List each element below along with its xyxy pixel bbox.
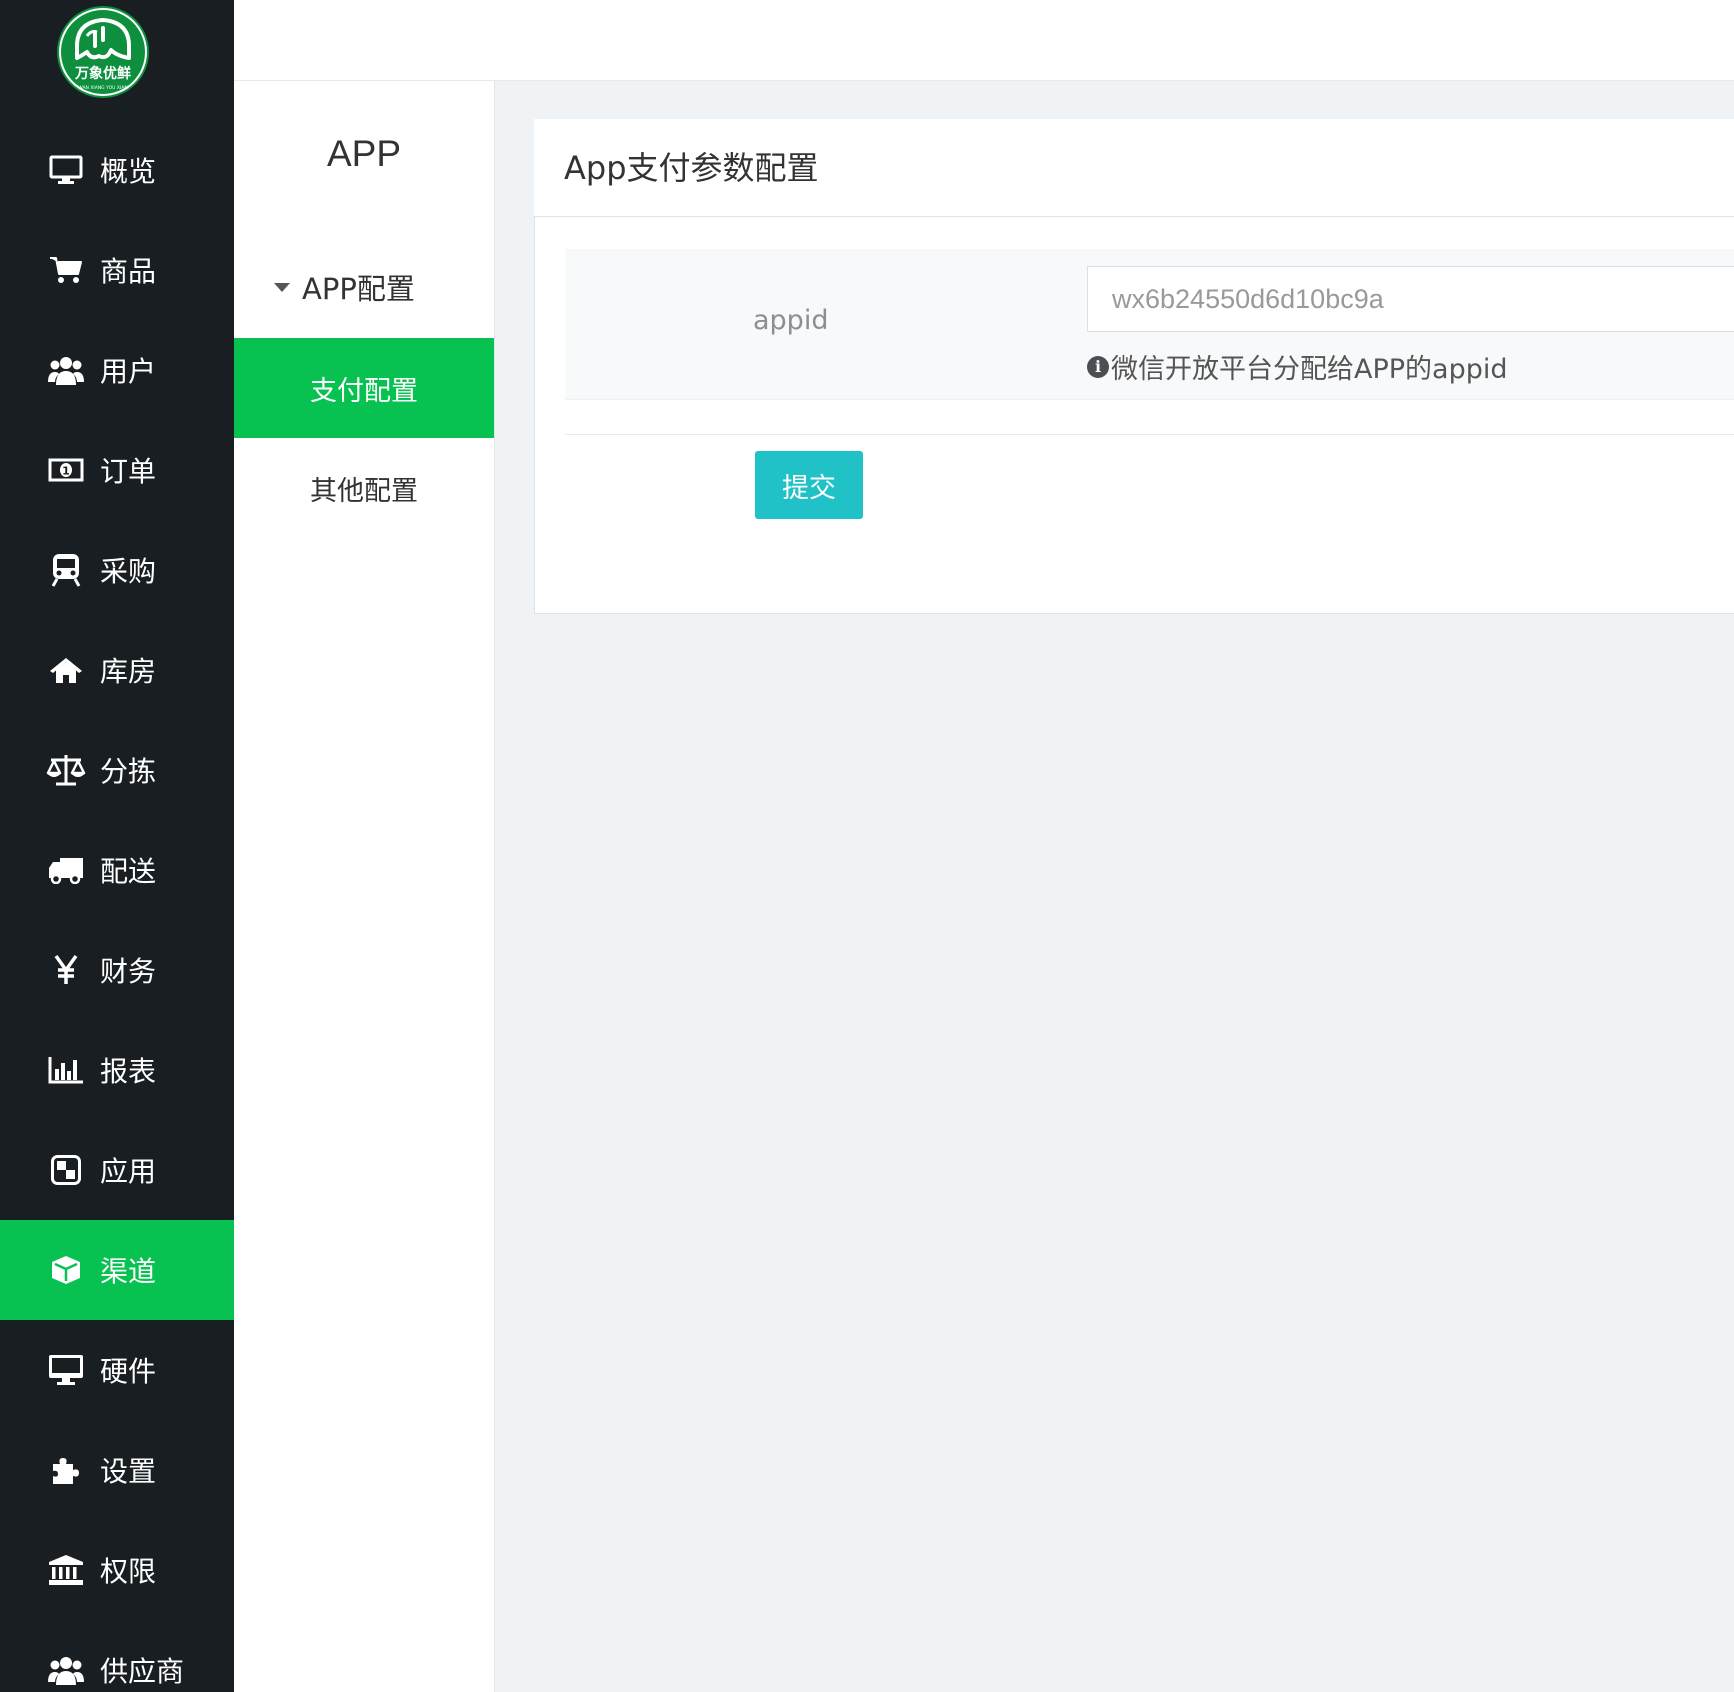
sidebar-item-orders[interactable]: 1 订单 xyxy=(0,420,234,520)
brand-logo[interactable]: 万象优鲜 WAN XIANG YOU XIAN xyxy=(57,6,149,98)
puzzle-icon xyxy=(46,1450,86,1490)
sidebar-item-label: 配送 xyxy=(100,855,157,888)
info-icon: i xyxy=(1087,355,1109,378)
sidebar-item-label: 分拣 xyxy=(100,755,157,788)
panel-header: App支付参数配置 xyxy=(534,119,1734,216)
sidebar-item-reports[interactable]: 报表 xyxy=(0,1020,234,1120)
svg-text:1: 1 xyxy=(62,465,70,478)
sidebar-item-label: 供应商 xyxy=(100,1655,185,1688)
sidebar-item-label: 硬件 xyxy=(100,1355,157,1388)
appid-help: i 微信开放平台分配给APP的appid xyxy=(1087,347,1508,386)
sidebar-item-label: 报表 xyxy=(100,1055,157,1088)
subnav-item-payment-config[interactable]: 支付配置 xyxy=(234,338,494,438)
cube-icon xyxy=(46,1250,86,1290)
brand-name: 万象优鲜 xyxy=(74,65,131,82)
form-row-appid: appid i 微信开放平台分配给APP的appid xyxy=(565,249,1734,400)
sidebar-item-delivery[interactable]: 配送 xyxy=(0,820,234,920)
sidebar-item-label: 概览 xyxy=(100,155,157,188)
sidebar-item-settings[interactable]: 设置 xyxy=(0,1420,234,1520)
submit-button[interactable]: 提交 xyxy=(755,451,863,519)
desktop-icon xyxy=(46,1350,86,1390)
subnav-item-other-config[interactable]: 其他配置 xyxy=(234,438,494,538)
sidebar-item-label: 权限 xyxy=(100,1555,157,1588)
top-header xyxy=(234,0,1734,81)
sidebar-item-overview[interactable]: 概览 xyxy=(0,120,234,220)
money-icon: 1 xyxy=(46,450,86,490)
sub-sidebar: APP APP配置 支付配置 其他配置 xyxy=(234,81,495,1692)
sidebar-item-label: 设置 xyxy=(100,1455,157,1488)
sidebar-item-label: 订单 xyxy=(100,455,157,488)
subnav-title: APP xyxy=(326,133,402,174)
main-sidebar: 万象优鲜 WAN XIANG YOU XIAN 概览 商品 用户 1 订单 采购… xyxy=(0,0,234,1692)
home-icon xyxy=(46,650,86,690)
squares-icon xyxy=(46,1150,86,1190)
appid-label: appid xyxy=(753,305,829,336)
users-icon xyxy=(46,1650,86,1690)
brand-tagline: WAN XIANG YOU XIAN xyxy=(78,85,127,91)
sidebar-item-finance[interactable]: 财务 xyxy=(0,920,234,1020)
sidebar-item-purchase[interactable]: 采购 xyxy=(0,520,234,620)
subnav-group-app-config[interactable]: APP配置 xyxy=(274,266,415,308)
config-form: appid i 微信开放平台分配给APP的appid 提交 xyxy=(534,216,1734,614)
appid-help-text: 微信开放平台分配给APP的appid xyxy=(1111,354,1508,385)
cart-icon xyxy=(46,250,86,290)
sidebar-item-label: 采购 xyxy=(100,555,157,588)
sidebar-item-users[interactable]: 用户 xyxy=(0,320,234,420)
yen-icon xyxy=(46,950,86,990)
app-root: 万象优鲜 WAN XIANG YOU XIAN 概览 商品 用户 1 订单 采购… xyxy=(0,0,1734,1692)
sidebar-item-suppliers[interactable]: 供应商 xyxy=(0,1620,234,1692)
truck-icon xyxy=(46,850,86,890)
bar-chart-icon xyxy=(46,1050,86,1090)
balance-scale-icon xyxy=(46,750,86,790)
bank-icon xyxy=(46,1550,86,1590)
sidebar-item-permissions[interactable]: 权限 xyxy=(0,1520,234,1620)
form-divider xyxy=(565,434,1734,435)
monitor-icon xyxy=(46,150,86,190)
appid-input[interactable] xyxy=(1087,266,1734,332)
sidebar-item-label: 应用 xyxy=(100,1155,157,1188)
page-title: App支付参数配置 xyxy=(564,149,819,187)
sidebar-item-channel[interactable]: 渠道 xyxy=(0,1220,234,1320)
caret-down-icon xyxy=(274,282,290,292)
users-icon xyxy=(46,350,86,390)
sidebar-item-label: 财务 xyxy=(100,955,157,988)
sidebar-item-warehouse[interactable]: 库房 xyxy=(0,620,234,720)
sidebar-item-apps[interactable]: 应用 xyxy=(0,1120,234,1220)
sidebar-item-goods[interactable]: 商品 xyxy=(0,220,234,320)
sidebar-item-label: 渠道 xyxy=(100,1255,157,1288)
sidebar-item-sorting[interactable]: 分拣 xyxy=(0,720,234,820)
sidebar-item-hardware[interactable]: 硬件 xyxy=(0,1320,234,1420)
elephant-logo-icon: 万象优鲜 WAN XIANG YOU XIAN xyxy=(59,8,147,96)
train-icon xyxy=(46,550,86,590)
subnav-group-label: APP配置 xyxy=(302,272,415,306)
sidebar-item-label: 库房 xyxy=(100,655,157,688)
sidebar-item-label: 用户 xyxy=(100,355,157,388)
sidebar-item-label: 商品 xyxy=(100,255,157,288)
